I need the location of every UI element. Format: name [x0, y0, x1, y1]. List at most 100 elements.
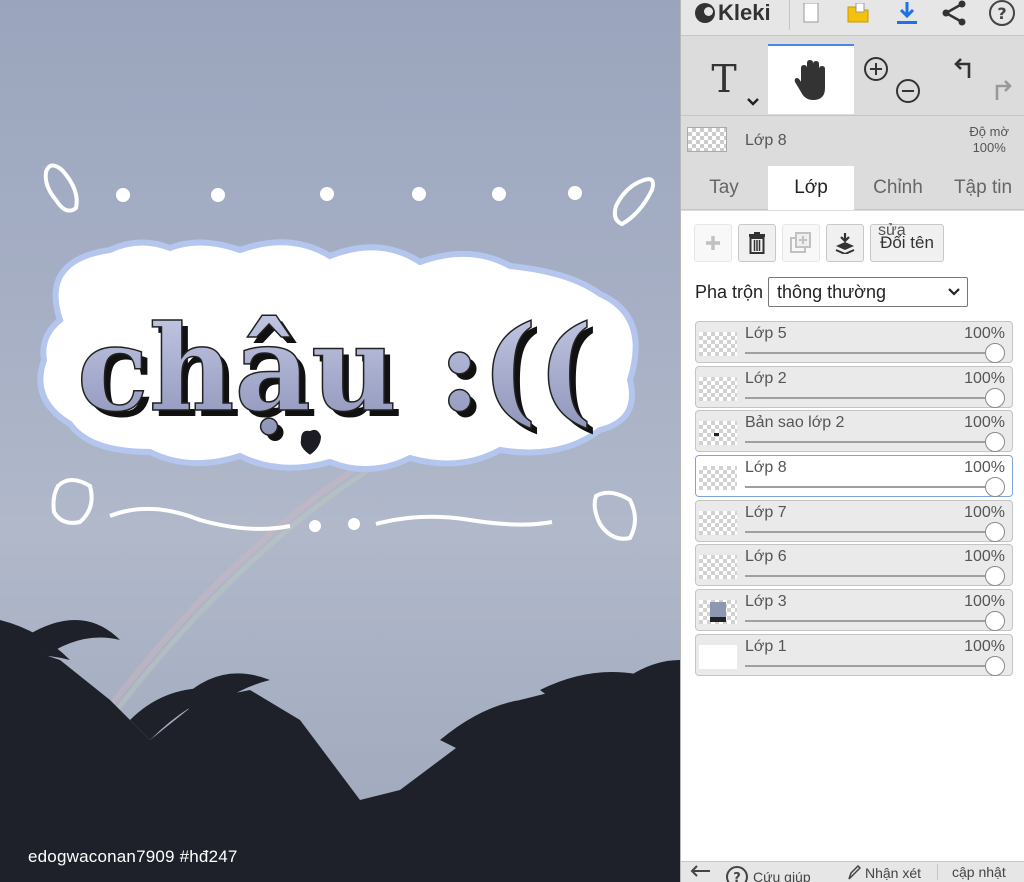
layer-thumbnail — [699, 600, 737, 625]
current-layer-opacity: Độ mờ 100% — [969, 124, 1009, 156]
tab-adjust[interactable]: Chỉnh — [855, 166, 941, 210]
opacity-slider-knob[interactable] — [985, 343, 1005, 363]
layer-actions: sửa Đổi tên — [694, 222, 944, 262]
merge-down-icon — [835, 233, 855, 254]
layer-name: Lớp 2 — [745, 369, 787, 387]
layer-item[interactable]: Lớp 6 100% — [695, 544, 1013, 587]
opacity-slider-knob[interactable] — [985, 477, 1005, 498]
tool-row: T — [681, 44, 1024, 116]
layer-item[interactable]: Lớp 1 100% — [695, 633, 1013, 676]
layer-opacity: 100% — [964, 369, 1005, 387]
opacity-slider-track[interactable] — [745, 664, 996, 667]
layer-opacity: 100% — [964, 548, 1005, 566]
layer-name: Lớp 5 — [745, 325, 787, 342]
layer-item[interactable]: Bản sao lớp 2 100% — [695, 410, 1013, 453]
back-arrow-icon[interactable] — [689, 865, 711, 877]
download-icon[interactable] — [893, 0, 921, 26]
zoom-in-icon[interactable] — [863, 56, 889, 82]
undo-icon[interactable] — [953, 56, 979, 82]
redo-icon[interactable] — [987, 78, 1013, 104]
opacity-slider-knob[interactable] — [985, 566, 1005, 587]
layer-item[interactable]: Lớp 3 100% — [695, 589, 1013, 632]
layer-panel: sửa Đổi tên Pha trộn thông thường Lớp 5 … — [681, 211, 1024, 861]
new-image-icon[interactable] — [797, 0, 825, 26]
text-tool-button[interactable]: T — [681, 44, 767, 114]
side-panel: Kleki ? T Lớp 8 Độ mờ 100% Tay Lớp Chỉnh… — [680, 0, 1024, 882]
opacity-value: 100% — [972, 140, 1006, 155]
app-name: Kleki — [718, 0, 771, 25]
current-layer-thumbnail — [687, 127, 727, 152]
history-tools — [941, 44, 1024, 114]
hand-icon — [794, 60, 825, 100]
layer-thumbnail — [699, 421, 737, 446]
heart-icon — [298, 427, 324, 458]
current-layer-name: Lớp 8 — [745, 132, 787, 149]
help-icon[interactable]: ? — [987, 0, 1017, 26]
plus-icon — [706, 236, 720, 250]
layer-name: Lớp 7 — [745, 503, 787, 521]
layer-name: Lớp 6 — [745, 548, 787, 566]
layer-name: Lớp 1 — [745, 637, 787, 655]
opacity-slider-knob[interactable] — [985, 387, 1005, 408]
drawing-canvas[interactable]: chậu :(( chậu :(( edogwaconan7909 #hđ247 — [0, 0, 680, 882]
delete-layer-button[interactable] — [738, 224, 776, 262]
lettering-text: chậu :(( — [77, 299, 593, 438]
layer-opacity: 100% — [964, 503, 1005, 521]
tab-layers[interactable]: Lớp — [768, 166, 854, 210]
toolbar-divider — [789, 0, 790, 30]
opacity-slider-knob[interactable] — [985, 521, 1005, 542]
current-layer-info: Lớp 8 Độ mờ 100% — [681, 118, 1024, 164]
merge-down-button[interactable] — [826, 224, 864, 262]
kleki-logo[interactable]: Kleki — [695, 0, 771, 26]
opacity-slider-track[interactable] — [745, 486, 996, 489]
opacity-slider-track[interactable] — [745, 530, 996, 533]
help-circle-icon: ? — [726, 866, 748, 882]
layer-opacity: 100% — [964, 325, 1005, 342]
open-folder-icon[interactable] — [843, 0, 873, 26]
hand-tool-button[interactable] — [768, 44, 854, 114]
opacity-slider-track[interactable] — [745, 352, 996, 354]
layer-item-selected[interactable]: Lớp 8 100% — [695, 455, 1013, 498]
feedback-label: Nhận xét — [865, 865, 922, 881]
layer-opacity: 100% — [964, 459, 1005, 477]
rename-layer-button[interactable]: sửa Đổi tên — [870, 222, 944, 262]
help-link[interactable]: ? Cứu giúp — [725, 865, 811, 882]
feedback-link[interactable]: Nhận xét — [847, 865, 921, 881]
top-toolbar: Kleki ? — [681, 0, 1024, 36]
layer-thumbnail — [699, 555, 737, 580]
kleki-logo-icon — [695, 3, 715, 23]
lettering-layer: chậu :(( chậu :(( — [76, 298, 599, 458]
svg-text:?: ? — [997, 4, 1006, 23]
duplicate-layer-button[interactable] — [782, 224, 820, 262]
opacity-slider-track[interactable] — [745, 575, 996, 578]
layer-thumbnail — [699, 332, 737, 356]
tab-brush[interactable]: Tay — [681, 166, 767, 210]
layer-item[interactable]: Lớp 2 100% — [695, 365, 1013, 408]
opacity-slider-track[interactable] — [745, 620, 996, 623]
layer-thumbnail — [699, 510, 737, 535]
svg-text:?: ? — [733, 871, 741, 882]
opacity-slider-knob[interactable] — [985, 655, 1005, 676]
layer-item[interactable]: Lớp 5 100% — [695, 321, 1013, 363]
add-layer-button[interactable] — [694, 224, 732, 262]
blend-mode-select[interactable]: thông thường — [768, 277, 969, 307]
layer-item[interactable]: Lớp 7 100% — [695, 499, 1013, 542]
opacity-slider-knob[interactable] — [985, 432, 1005, 453]
opacity-slider-track[interactable] — [745, 441, 996, 444]
zoom-out-icon[interactable] — [895, 78, 921, 104]
blend-mode-row: Pha trộn thông thường — [695, 277, 969, 307]
update-link[interactable]: cập nhật — [937, 864, 1006, 880]
chevron-down-icon[interactable] — [747, 98, 759, 106]
opacity-slider-track[interactable] — [745, 396, 996, 399]
share-icon[interactable] — [939, 0, 969, 26]
watermark-text: edogwaconan7909 #hđ247 — [28, 847, 238, 866]
opacity-slider-knob[interactable] — [985, 611, 1005, 632]
pencil-icon — [848, 865, 861, 880]
panel-tabs: Tay Lớp Chỉnh Tập tin — [681, 166, 1024, 210]
layer-thumbnail — [699, 644, 737, 669]
tab-file[interactable]: Tập tin — [941, 166, 1024, 210]
layer-name: Lớp 8 — [745, 459, 787, 477]
help-label: Cứu giúp — [753, 869, 811, 882]
layer-list: Lớp 5 100% Lớp 2 100% Bản sao lớp 2 100% — [695, 321, 1013, 679]
blend-mode-label: Pha trộn — [695, 281, 764, 302]
